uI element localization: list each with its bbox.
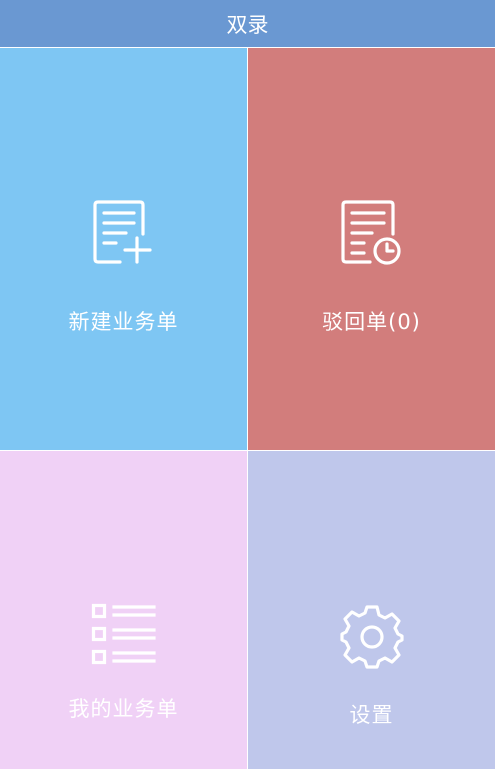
settings-label: 设置 xyxy=(349,703,394,727)
new-business-order-label: 新建业务单 xyxy=(68,310,179,334)
rejected-orders-label: 驳回单(0) xyxy=(322,310,421,334)
my-business-orders-tile[interactable]: 我的业务单 xyxy=(0,451,247,769)
document-clock-icon xyxy=(340,200,404,270)
page-title: 双录 xyxy=(226,12,269,37)
gear-icon xyxy=(338,603,406,675)
settings-tile[interactable]: 设置 xyxy=(248,451,495,769)
rejected-orders-tile[interactable]: 驳回单(0) xyxy=(248,48,495,450)
title-bar: 双录 xyxy=(0,0,495,47)
new-business-order-tile[interactable]: 新建业务单 xyxy=(0,48,247,450)
list-icon xyxy=(91,603,157,669)
app-screen: 双录 新建业务单 驳回单(0) 我的业务单 设置 xyxy=(0,0,495,769)
my-business-orders-label: 我的业务单 xyxy=(68,697,179,721)
document-add-icon xyxy=(92,200,156,270)
